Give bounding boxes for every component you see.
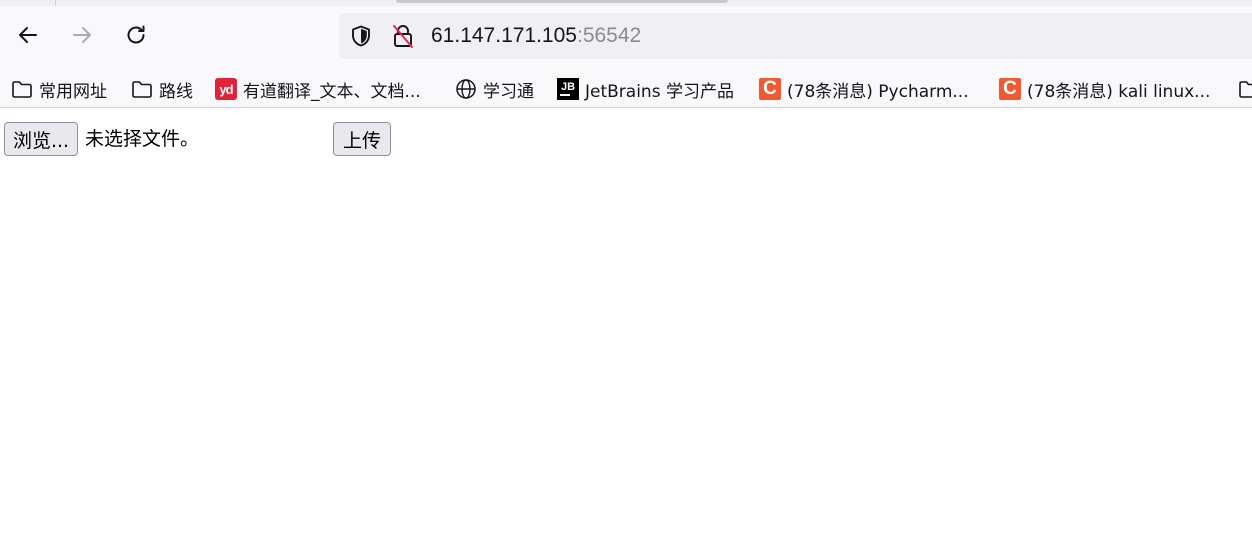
- page-content: 浏览... 未选择文件。 上传: [0, 109, 1252, 545]
- bookmark-csdn-kali[interactable]: C (78条消息) kali linux...: [999, 75, 1210, 103]
- bookmark-csdn-pycharm[interactable]: C (78条消息) Pycharm...: [759, 75, 969, 103]
- url-host: 61.147.171.105: [431, 24, 577, 47]
- bookmark-label: 有道翻译_文本、文档...: [243, 81, 421, 102]
- upload-button[interactable]: 上传: [333, 122, 391, 156]
- bookmark-label: (78条消息) Pycharm...: [787, 81, 969, 102]
- no-file-selected-text: 未选择文件。: [85, 128, 200, 150]
- insecure-lock-icon[interactable]: [391, 23, 415, 49]
- bookmark-label: (78条消息) kali linux...: [1027, 81, 1211, 102]
- jetbrains-icon: JB: [557, 78, 579, 100]
- forward-button[interactable]: [67, 20, 97, 50]
- bookmark-label: 常用网址: [39, 81, 107, 102]
- youdao-icon: yd: [215, 78, 237, 100]
- folder-icon: [132, 81, 152, 98]
- folder-icon: [1239, 81, 1252, 98]
- bookmark-label: JetBrains 学习产品: [585, 81, 734, 102]
- navigation-toolbar: 61.147.171.105:56542: [0, 6, 1252, 70]
- url-text[interactable]: 61.147.171.105:56542: [431, 24, 641, 48]
- bookmark-jetbrains[interactable]: JB JetBrains 学习产品: [557, 75, 734, 103]
- browse-file-button[interactable]: 浏览...: [4, 122, 78, 156]
- bookmark-youdao[interactable]: yd 有道翻译_文本、文档...: [215, 75, 421, 103]
- active-tab-edge[interactable]: [396, 0, 728, 3]
- bookmark-overflow-folder[interactable]: [1238, 75, 1252, 103]
- folder-icon: [12, 81, 32, 98]
- bookmark-folder-routes[interactable]: 路线: [131, 75, 193, 103]
- reload-button[interactable]: [121, 20, 151, 50]
- csdn-icon: C: [999, 78, 1021, 100]
- bookmark-folder-common[interactable]: 常用网址: [11, 75, 107, 103]
- forward-arrow-icon: [73, 27, 91, 43]
- bookmark-label: 路线: [159, 81, 193, 102]
- url-bar[interactable]: 61.147.171.105:56542: [339, 13, 1252, 59]
- globe-icon: [456, 79, 476, 99]
- back-arrow-icon: [19, 27, 37, 43]
- csdn-icon: C: [759, 78, 781, 100]
- back-button[interactable]: [13, 20, 43, 50]
- bookmark-xuexitong[interactable]: 学习通: [455, 75, 534, 103]
- bookmark-label: 学习通: [483, 81, 534, 102]
- reload-icon: [127, 25, 145, 44]
- tracking-protection-shield-icon[interactable]: [349, 24, 373, 48]
- url-port: :56542: [576, 24, 642, 47]
- bookmarks-toolbar: 常用网址 路线 yd 有道翻译_文本、文档... 学习通 JB JetBrain…: [0, 70, 1252, 108]
